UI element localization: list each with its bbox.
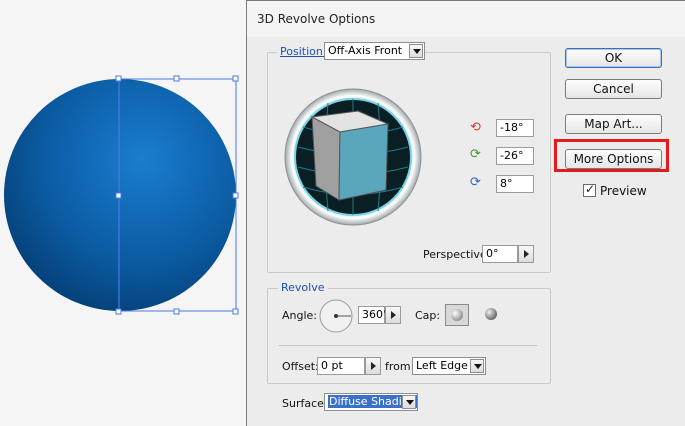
offset-input[interactable]: 0 pt [317, 357, 365, 375]
dialog-title: 3D Revolve Options [257, 12, 376, 26]
cap-on-button[interactable] [445, 304, 469, 326]
z-axis-rotation-icon: ⟳ [470, 175, 481, 190]
preview-label: Preview [600, 184, 647, 198]
hollow-cap-icon [485, 308, 497, 320]
rotation-track-cube[interactable] [283, 87, 423, 227]
3d-revolve-dialog: 3D Revolve Options Position: Off-Axis Fr… [246, 0, 685, 426]
cap-label: Cap: [415, 309, 441, 322]
solid-cap-icon [451, 309, 463, 321]
surface-select[interactable]: Diffuse Shading [324, 393, 418, 411]
checkmark-icon: ✓ [585, 182, 596, 196]
chevron-down-icon [402, 395, 416, 409]
x-axis-rotation-icon: ⟲ [470, 120, 481, 135]
angle-label: Angle: [282, 309, 318, 322]
from-label: from [385, 360, 411, 373]
divider [279, 345, 537, 346]
offset-from-select[interactable]: Left Edge [412, 357, 486, 375]
angle-dial[interactable] [318, 298, 354, 334]
artboard [0, 0, 248, 426]
ok-button[interactable]: OK [565, 48, 662, 68]
position-select-value: Off-Axis Front [328, 44, 403, 57]
perspective-slider-toggle[interactable] [518, 245, 534, 263]
angle-input[interactable]: 360° [358, 306, 389, 324]
highlight-box [554, 139, 669, 172]
perspective-label: Perspective: [423, 248, 491, 261]
chevron-down-icon [470, 359, 484, 373]
cap-off-button[interactable] [480, 304, 504, 326]
perspective-input[interactable]: 0° [482, 245, 518, 263]
angle-slider-toggle[interactable] [385, 306, 401, 324]
offset-label: Offset: [282, 360, 319, 373]
position-label: Position: [277, 45, 330, 58]
offset-slider-toggle[interactable] [365, 357, 381, 375]
y-axis-rotation-icon: ⟳ [470, 147, 481, 162]
revolved-sphere[interactable] [0, 0, 248, 426]
z-rotation-input[interactable]: 8° [496, 175, 534, 193]
offset-from-value: Left Edge [416, 359, 468, 372]
map-art-button[interactable]: Map Art... [565, 114, 662, 134]
x-rotation-input[interactable]: -18° [496, 119, 534, 137]
y-rotation-input[interactable]: -26° [496, 147, 534, 165]
cancel-button[interactable]: Cancel [565, 79, 662, 99]
title-bar[interactable]: 3D Revolve Options [247, 1, 685, 37]
preview-checkbox[interactable]: ✓ [583, 182, 596, 197]
chevron-down-icon [409, 44, 423, 58]
position-select[interactable]: Off-Axis Front [324, 42, 425, 60]
cube-front [338, 123, 389, 201]
revolve-legend: Revolve [278, 281, 328, 294]
surface-label: Surface: [282, 397, 328, 410]
